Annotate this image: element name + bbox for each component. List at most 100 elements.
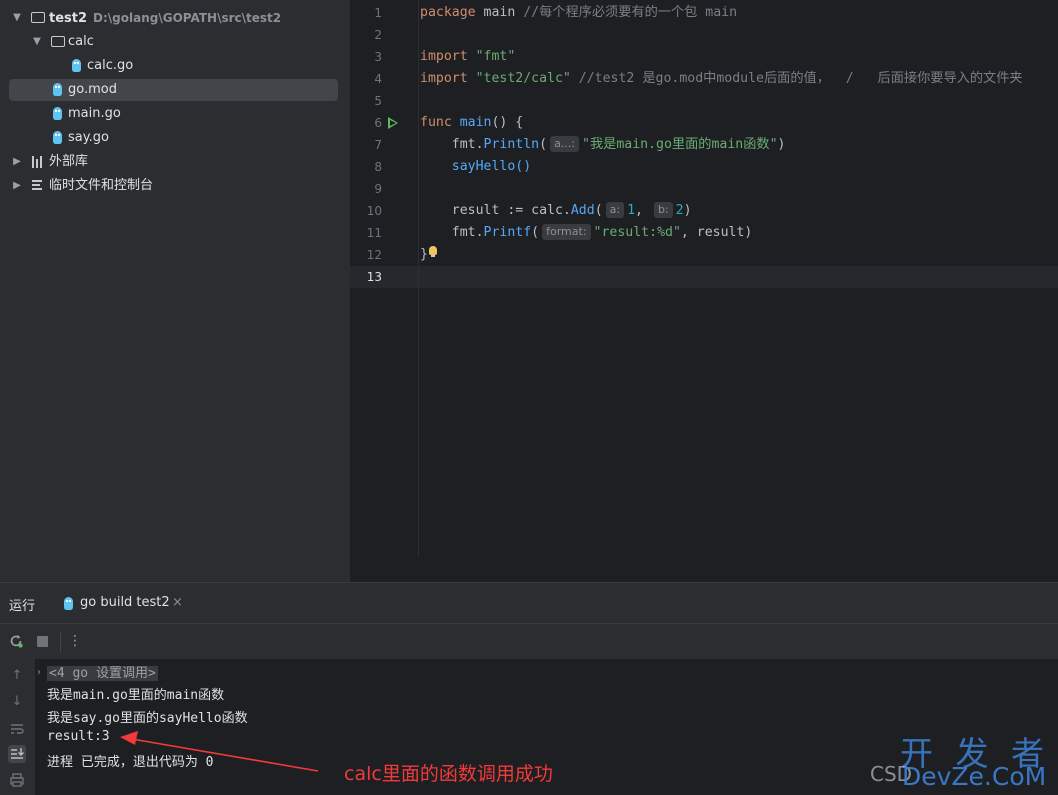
code-line-7: fmt.Println(a...: "我是main.go里面的main函数") (420, 134, 785, 156)
project-tree: ▼ test2 D:\golang\GOPATH\src\test2 ▼ calc… (0, 0, 350, 582)
string: "我是main.go里面的main函数" (582, 137, 778, 152)
code-line-1: package main //每个程序必须要有的一个包 main (420, 2, 737, 24)
line-number: 2 (374, 28, 382, 42)
toolbar-divider (60, 632, 61, 652)
console-line: 我是say.go里面的sayHello函数 (47, 711, 248, 726)
soft-wrap-icon[interactable] (8, 720, 26, 738)
run-panel-title: 运行 (9, 599, 36, 614)
tree-root-test2[interactable]: ▼ test2 D:\golang\GOPATH\src\test2 (0, 7, 350, 29)
main-go-label: main.go (68, 106, 121, 121)
run-toolbar: ⋮ (0, 623, 1058, 660)
function-name: main (459, 115, 492, 130)
chevron-right-icon[interactable]: › (37, 667, 41, 678)
line-number: 10 (366, 204, 382, 218)
token: main (475, 5, 524, 20)
token: import (420, 49, 476, 64)
function-name: Println (483, 137, 540, 152)
number: 2 (675, 203, 684, 218)
run-tab-go-build[interactable]: go build test2 (62, 595, 170, 610)
print-icon[interactable] (8, 771, 26, 789)
code-editor[interactable]: 1 2 3 4 5 6 7 8 9 10 11 12 13 package ma… (350, 0, 1058, 557)
parameter-hint: format: (542, 224, 591, 240)
tree-file-calc-go[interactable]: calc.go (0, 55, 350, 77)
parameter-hint: a: (605, 202, 625, 218)
root-folder-name: test2 (49, 11, 88, 26)
calc-folder-label: calc (68, 34, 94, 49)
token: func (420, 115, 460, 130)
token: } (420, 247, 428, 262)
chevron-down-icon[interactable]: ▼ (31, 31, 43, 53)
line-number: 5 (374, 94, 382, 108)
run-gutter-icon[interactable] (388, 117, 398, 129)
go-file-icon (53, 131, 62, 144)
number: 1 (627, 203, 636, 218)
stop-icon[interactable] (37, 636, 48, 647)
line-number: 12 (366, 248, 382, 262)
tree-file-go-mod[interactable]: go.mod (9, 79, 338, 101)
tree-scratches[interactable]: ▶ 临时文件和控制台 (0, 175, 350, 197)
token: result := calc. (420, 203, 571, 218)
chevron-right-icon[interactable]: ▶ (11, 151, 23, 173)
arrow-up-icon[interactable]: ↑ (8, 667, 26, 685)
token: import (420, 71, 476, 86)
comment: //每个程序必须要有的一个包 main (523, 5, 738, 20)
token: ( (594, 203, 603, 218)
line-number: 11 (366, 226, 382, 240)
code-line-10: result := calc.Add(a: 1, b: 2) (420, 200, 692, 222)
tree-file-main-go[interactable]: main.go (0, 103, 350, 125)
go-mod-icon (53, 83, 62, 96)
tree-file-say-go[interactable]: say.go (0, 127, 350, 149)
token: ( (531, 225, 540, 240)
lightbulb-icon[interactable] (429, 246, 437, 257)
console-line: 进程 已完成，退出代码为 0 (47, 755, 214, 770)
string: "fmt" (475, 49, 516, 64)
calc-go-label: calc.go (87, 58, 134, 73)
line-number: 4 (374, 72, 382, 86)
console-call-header[interactable]: <4 go 设置调用> (47, 662, 158, 681)
parameter-hint: a...: (550, 136, 579, 152)
chevron-right-icon[interactable]: ▶ (11, 175, 23, 197)
string: "test2/calc" (475, 71, 571, 86)
token: () { (491, 115, 524, 130)
line-number: 7 (374, 138, 382, 152)
library-icon (32, 156, 44, 168)
code-line-8: sayHello() (420, 156, 531, 178)
token: sayHello() (420, 159, 532, 174)
console-line: result:3 (47, 729, 110, 744)
chevron-down-icon[interactable]: ▼ (11, 7, 23, 29)
line-number: 8 (374, 160, 382, 174)
code-line-4: import "test2/calc" //test2 是go.mod中modu… (420, 68, 1023, 90)
close-tab-icon[interactable]: × (172, 595, 183, 610)
scratches-label: 临时文件和控制台 (49, 178, 154, 193)
comment: //test2 是go.mod中module后面的值， / 后面接你要导入的文件… (570, 71, 1023, 86)
token: ) (777, 137, 786, 152)
more-options-icon[interactable]: ⋮ (67, 633, 83, 649)
arrow-down-icon[interactable]: ↓ (8, 693, 26, 711)
token: fmt. (420, 225, 484, 240)
function-name: Add (570, 203, 595, 218)
annotation-label: calc里面的函数调用成功 (344, 763, 553, 785)
code-line-11: fmt.Printf(format: "result:%d", result) (420, 222, 752, 244)
line-number: 13 (366, 270, 382, 284)
parameter-hint: b: (653, 202, 673, 218)
scroll-to-end-icon[interactable] (8, 745, 26, 763)
token: ( (539, 137, 548, 152)
external-libs-label: 外部库 (49, 154, 89, 169)
folder-icon (31, 12, 45, 23)
console-sidebar: ↑ ↓ (0, 659, 35, 795)
line-number: 3 (374, 50, 382, 64)
line-number: 1 (374, 6, 382, 20)
code-line-3: import "fmt" (420, 46, 515, 68)
line-number: 9 (374, 182, 382, 196)
scratches-icon (32, 180, 44, 192)
string: "result:%d" (593, 225, 681, 240)
token: , result) (680, 225, 753, 240)
code-line-12: } (420, 244, 428, 266)
tree-external-libraries[interactable]: ▶ 外部库 (0, 151, 350, 173)
run-panel-header: 运行 go build test2 × (0, 583, 1058, 623)
token: , (635, 203, 651, 218)
tree-folder-calc[interactable]: ▼ calc (0, 31, 350, 53)
go-file-icon (72, 59, 81, 72)
current-line-highlight (350, 266, 1058, 288)
rerun-icon[interactable] (8, 633, 24, 649)
